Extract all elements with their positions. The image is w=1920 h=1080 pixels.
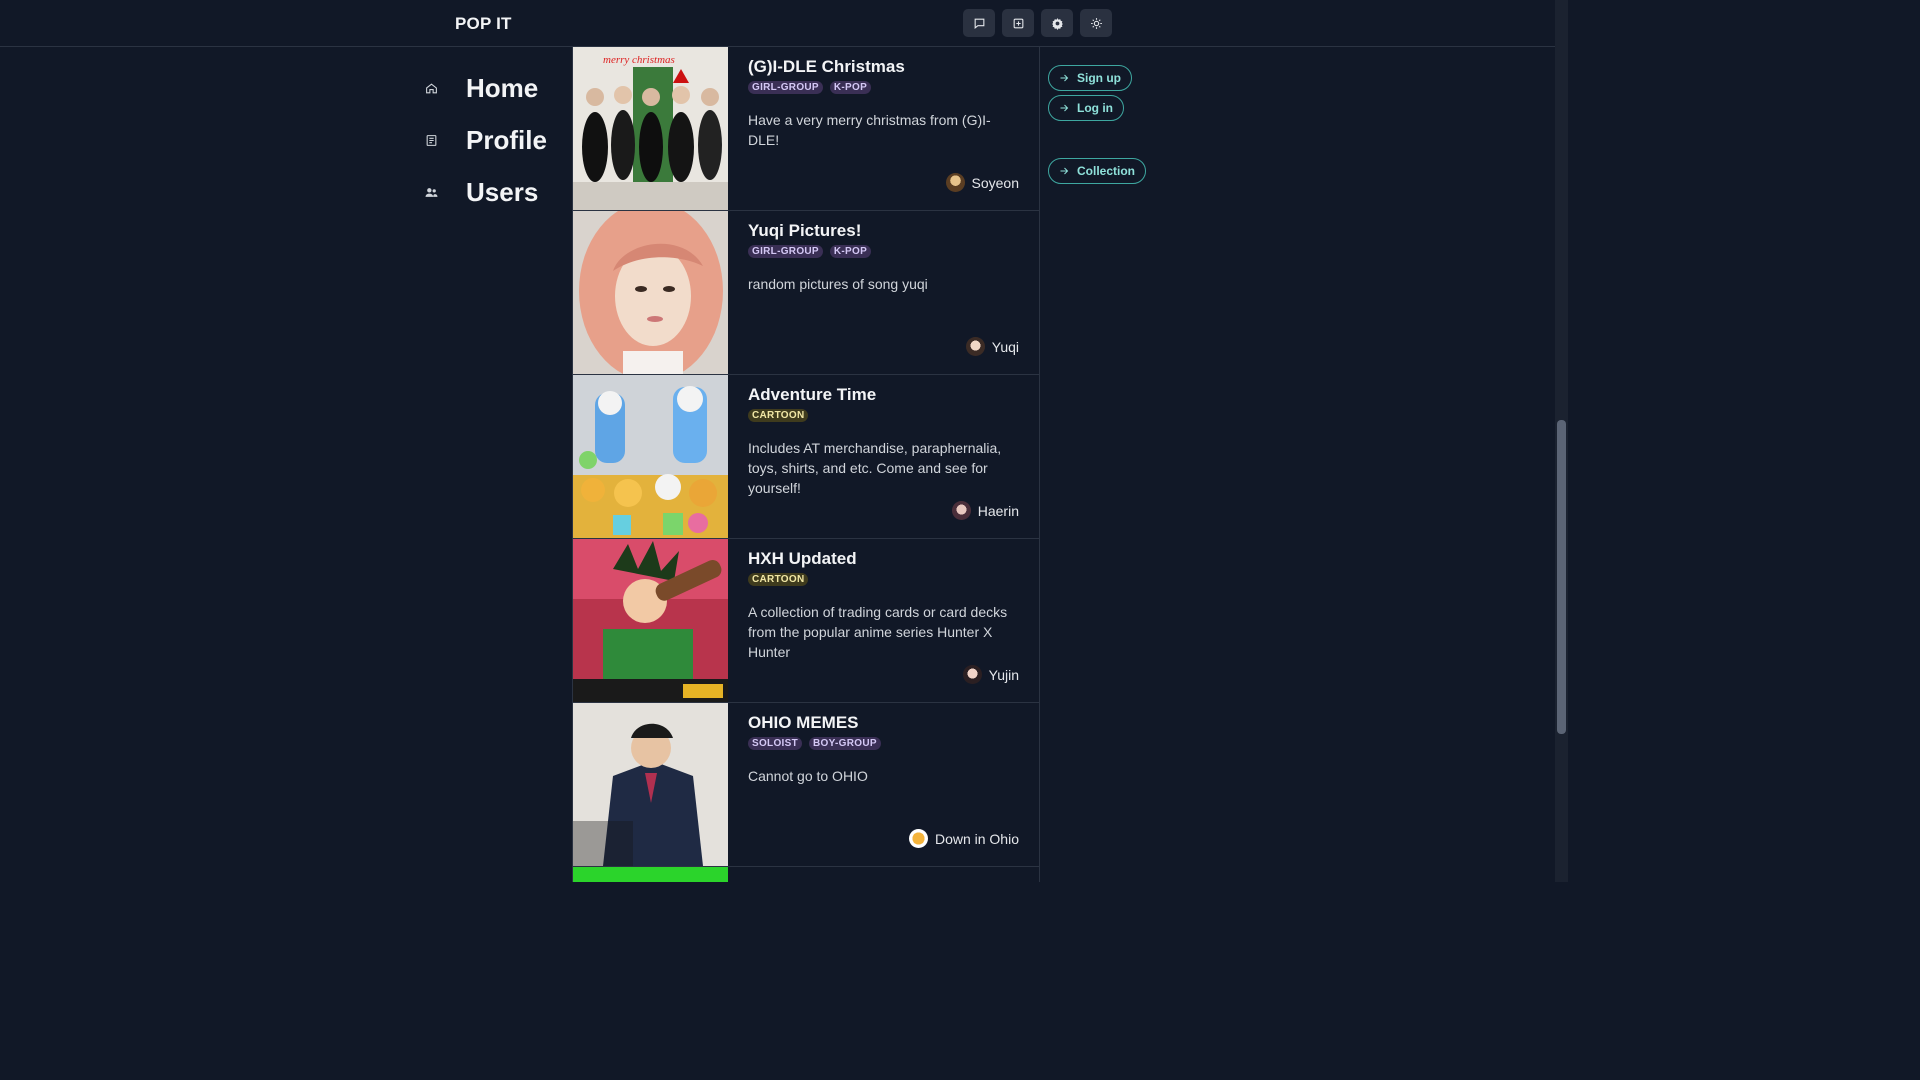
collection-card[interactable]: merry christmas (G)I-DLE Christmas GIRL-… [573, 47, 1039, 211]
card-description: random pictures of song yuqi [748, 276, 928, 292]
card-author[interactable]: Down in Ohio [908, 829, 1019, 848]
top-header: POP IT [0, 0, 1555, 47]
collection-button[interactable]: Collection [1048, 158, 1147, 184]
arrow-right-icon [1058, 72, 1070, 84]
nav-item-home[interactable]: Home [420, 68, 570, 108]
arrow-right-icon [1058, 165, 1070, 177]
tag-badge[interactable]: GIRL-GROUP [748, 245, 823, 258]
card-title[interactable]: OHIO MEMES [748, 713, 1019, 733]
avatar [908, 829, 928, 848]
avatar [965, 337, 985, 356]
card-title[interactable]: Yuqi Pictures! [748, 221, 1019, 241]
card-description: Have a very merry christmas from (G)I-DL… [748, 112, 991, 148]
card-body: (G)I-DLE Christmas GIRL-GROUP K-POP Have… [748, 55, 1019, 210]
card-author[interactable]: Yuqi [965, 337, 1019, 356]
tag-badge[interactable]: CARTOON [748, 409, 809, 422]
card-author[interactable]: Haerin [951, 501, 1019, 520]
sign-up-button[interactable]: Sign up [1048, 65, 1132, 91]
tag-badge[interactable]: K-POP [829, 245, 872, 258]
svg-text:merry christmas: merry christmas [603, 54, 675, 66]
nav-item-users[interactable]: Users [420, 172, 570, 212]
log-in-label: Log in [1077, 101, 1113, 115]
gear-icon [1051, 17, 1063, 30]
home-icon [420, 82, 442, 95]
collection-label: Collection [1077, 164, 1136, 178]
card-description: A collection of trading cards or card de… [748, 604, 1008, 660]
author-name: Down in Ohio [934, 830, 1019, 847]
nav-item-profile[interactable]: Profile [420, 120, 570, 160]
card-description: Includes AT merchandise, paraphernalia, … [748, 440, 1002, 496]
nav-label: Profile [466, 124, 547, 155]
card-thumbnail[interactable] [573, 867, 728, 882]
author-name: Haerin [977, 502, 1019, 519]
nav-label: Home [466, 72, 539, 103]
card-thumbnail[interactable] [573, 703, 728, 866]
author-name: Yuqi [991, 338, 1019, 355]
card-thumbnail[interactable]: merry christmas [573, 47, 728, 210]
collection-card[interactable]: HXH Updated CARTOON A collection of trad… [573, 539, 1039, 703]
card-thumbnail[interactable] [573, 211, 728, 374]
card-author[interactable]: Soyeon [945, 173, 1019, 192]
create-button[interactable] [1002, 9, 1034, 37]
card-title[interactable]: Adventure Time [748, 385, 1019, 405]
author-name: Soyeon [971, 174, 1019, 191]
tag-badge[interactable]: BOY-GROUP [809, 737, 881, 750]
chat-button[interactable] [963, 9, 995, 37]
theme-toggle-button[interactable] [1080, 9, 1112, 37]
avatar [962, 665, 982, 684]
users-icon [420, 186, 442, 199]
avatar [945, 173, 965, 192]
card-body: Adventure Time CARTOON Includes AT merch… [748, 383, 1019, 538]
profile-icon [420, 134, 442, 147]
card-body: HXH Updated CARTOON A collection of trad… [748, 547, 1019, 702]
collection-feed: merry christmas (G)I-DLE Christmas GIRL-… [572, 47, 1040, 882]
sign-up-label: Sign up [1077, 71, 1121, 85]
page-scrollbar[interactable] [1555, 0, 1568, 882]
card-thumbnail[interactable] [573, 375, 728, 538]
avatar [951, 501, 971, 520]
author-name: Yujin [988, 666, 1019, 683]
plus-square-icon [1013, 18, 1023, 28]
card-body: Yuqi Pictures! GIRL-GROUP K-POP random p… [748, 219, 1019, 374]
settings-button[interactable] [1041, 9, 1073, 37]
card-title[interactable]: HXH Updated [748, 549, 1019, 569]
tag-badge[interactable]: SOLOIST [748, 737, 802, 750]
nav-label: Users [466, 176, 539, 207]
chat-bubble-icon [974, 18, 984, 29]
collection-card[interactable] [573, 867, 1039, 882]
collection-card[interactable]: Yuqi Pictures! GIRL-GROUP K-POP random p… [573, 211, 1039, 375]
tag-badge[interactable]: CARTOON [748, 573, 809, 586]
tag-badge[interactable]: K-POP [829, 81, 872, 94]
card-thumbnail[interactable] [573, 539, 728, 702]
card-body: OHIO MEMES SOLOIST BOY-GROUP Cannot go t… [748, 711, 1019, 866]
card-title[interactable]: (G)I-DLE Christmas [748, 57, 1019, 77]
card-description: Cannot go to OHIO [748, 768, 868, 784]
tag-badge[interactable]: GIRL-GROUP [748, 81, 823, 94]
collection-card[interactable]: OHIO MEMES SOLOIST BOY-GROUP Cannot go t… [573, 703, 1039, 867]
sun-icon [1090, 17, 1102, 29]
scrollbar-thumb[interactable] [1557, 420, 1566, 734]
log-in-button[interactable]: Log in [1048, 95, 1124, 121]
brand-logo[interactable]: POP IT [455, 14, 512, 34]
card-author[interactable]: Yujin [962, 665, 1019, 684]
collection-card[interactable]: Adventure Time CARTOON Includes AT merch… [573, 375, 1039, 539]
arrow-right-icon [1058, 102, 1070, 114]
